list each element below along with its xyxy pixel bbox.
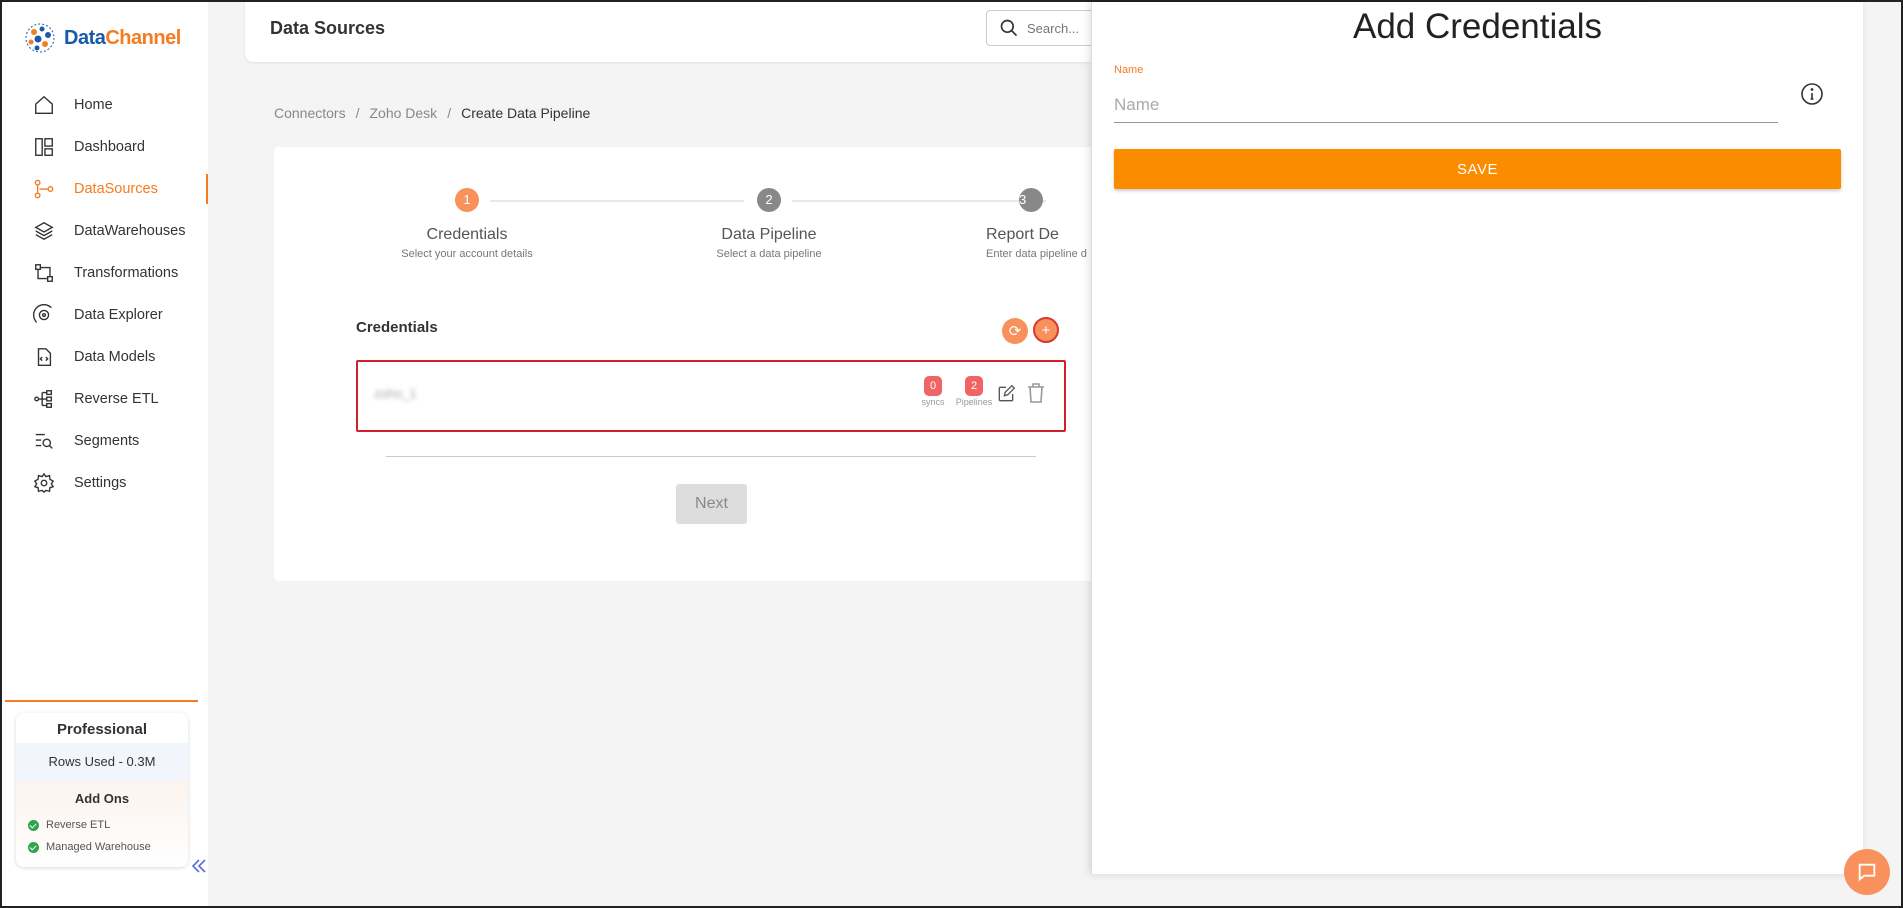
check-circle-icon [28, 841, 39, 853]
credential-row[interactable]: zoho_1 0 syncs 2 Pipelines [356, 360, 1066, 432]
sidebar-item-label: Dashboard [74, 139, 145, 155]
plan-name: Professional [56, 721, 148, 738]
breadcrumb-separator: / [355, 105, 360, 121]
sidebar-item-datawarehouses[interactable]: DataWarehouses [2, 210, 208, 252]
transform-icon [32, 261, 56, 285]
dashboard-icon [32, 135, 56, 159]
add-credential-button[interactable]: + [1033, 317, 1059, 343]
data-models-icon [32, 345, 56, 369]
addon-item: Managed Warehouse [16, 836, 188, 858]
sidebar-item-label: DataWarehouses [74, 223, 186, 239]
chat-support-button[interactable] [1844, 849, 1890, 895]
syncs-badge: 0 syncs [913, 376, 953, 407]
addons-title: Add Ons [74, 791, 130, 806]
logo-text-data: Data [64, 26, 106, 49]
credentials-title: Credentials [356, 319, 438, 336]
sidebar-item-label: Segments [74, 433, 140, 449]
search-icon [1000, 19, 1018, 37]
pipelines-badge: 2 Pipelines [954, 376, 994, 407]
rows-used: Rows Used - 0.3M [16, 743, 188, 781]
sidebar-item-label: Reverse ETL [74, 391, 159, 407]
logo[interactable]: DataChannel [22, 20, 181, 56]
step-report-details[interactable]: 3 Report De Enter data pipeline d [971, 188, 1091, 260]
sidebar-nav: Home Dashboard DataSources DataWarehouse… [2, 84, 208, 504]
name-field[interactable] [1114, 87, 1778, 123]
step-credentials[interactable]: 1 Credentials Select your account detail… [367, 188, 567, 260]
step-number: 3 [1019, 188, 1043, 212]
next-button[interactable]: Next [676, 484, 747, 524]
panel-title: Add Credentials [1352, 7, 1603, 46]
addon-label: Managed Warehouse [46, 841, 151, 853]
name-field-label: Name [1114, 64, 1144, 76]
segments-icon [32, 429, 56, 453]
step-number: 1 [455, 188, 479, 212]
datachannel-logo-icon [25, 23, 55, 53]
refresh-icon: ⟳ [1008, 323, 1022, 340]
pipelines-label: Pipelines [955, 397, 993, 407]
step-subtitle: Select your account details [401, 248, 533, 260]
step-subtitle: Select a data pipeline [716, 248, 822, 260]
sidebar-item-label: Data Models [74, 349, 156, 365]
breadcrumb-item-zoho-desk[interactable]: Zoho Desk [369, 105, 437, 121]
sidebar-item-datasources[interactable]: DataSources [2, 168, 208, 210]
divider [386, 456, 1036, 457]
save-button[interactable]: SAVE [1114, 149, 1841, 189]
layers-icon [32, 219, 56, 243]
step-label: Report De [986, 226, 1059, 243]
sidebar-divider [5, 700, 198, 702]
sidebar-item-reverse-etl[interactable]: Reverse ETL [2, 378, 208, 420]
logo-text-channel: Channel [105, 26, 181, 49]
sidebar-item-settings[interactable]: Settings [2, 462, 208, 504]
syncs-count: 0 [924, 376, 942, 396]
step-label: Credentials [426, 226, 508, 243]
addon-item: Reverse ETL [16, 814, 188, 836]
check-circle-icon [28, 819, 39, 831]
step-subtitle: Enter data pipeline d [986, 248, 1087, 260]
pipeline-wizard-card: 1 Credentials Select your account detail… [274, 147, 1106, 581]
add-credentials-panel: Add Credentials Name SAVE [1091, 2, 1863, 874]
sidebar-item-label: Transformations [74, 265, 179, 281]
sidebar-item-label: Data Explorer [74, 307, 163, 323]
addon-label: Reverse ETL [46, 819, 111, 831]
pipelines-count: 2 [965, 376, 983, 396]
chat-icon [1858, 863, 1876, 882]
refresh-button[interactable]: ⟳ [1002, 318, 1028, 344]
breadcrumb: Connectors / Zoho Desk / Create Data Pip… [274, 105, 590, 121]
gear-icon [32, 471, 56, 495]
home-icon [32, 93, 56, 117]
breadcrumb-separator: / [447, 105, 452, 121]
plus-icon: + [1041, 321, 1051, 339]
sidebar-item-segments[interactable]: Segments [2, 420, 208, 462]
breadcrumb-item-current: Create Data Pipeline [461, 105, 591, 121]
reverse-etl-icon [32, 387, 56, 411]
sidebar-item-transformations[interactable]: Transformations [2, 252, 208, 294]
sidebar-item-data-models[interactable]: Data Models [2, 336, 208, 378]
breadcrumb-item-connectors[interactable]: Connectors [274, 105, 346, 121]
addons-section: Add Ons Reverse ETL Managed Warehouse [16, 781, 188, 867]
edit-icon[interactable] [996, 384, 1016, 409]
page-title: Data Sources [270, 18, 386, 38]
credential-name: zoho_1 [374, 386, 417, 401]
sidebar-item-label: Settings [74, 475, 127, 491]
sidebar-item-dashboard[interactable]: Dashboard [2, 126, 208, 168]
sidebar-item-label: DataSources [74, 181, 158, 197]
datasources-icon [32, 177, 56, 201]
sidebar-item-label: Home [74, 97, 113, 113]
sidebar-item-data-explorer[interactable]: Data Explorer [2, 294, 208, 336]
sidebar-item-home[interactable]: Home [2, 84, 208, 126]
plan-card: Professional Rows Used - 0.3M Add Ons Re… [16, 713, 188, 867]
step-number: 2 [757, 188, 781, 212]
trash-icon[interactable] [1026, 382, 1046, 409]
step-data-pipeline[interactable]: 2 Data Pipeline Select a data pipeline [669, 188, 869, 260]
explorer-icon [32, 303, 56, 327]
info-icon[interactable] [1800, 82, 1824, 111]
collapse-sidebar-icon[interactable] [190, 858, 208, 879]
step-label: Data Pipeline [721, 226, 817, 243]
sidebar: DataChannel Home Dashboard DataSources D… [2, 2, 208, 906]
syncs-label: syncs [921, 397, 945, 407]
